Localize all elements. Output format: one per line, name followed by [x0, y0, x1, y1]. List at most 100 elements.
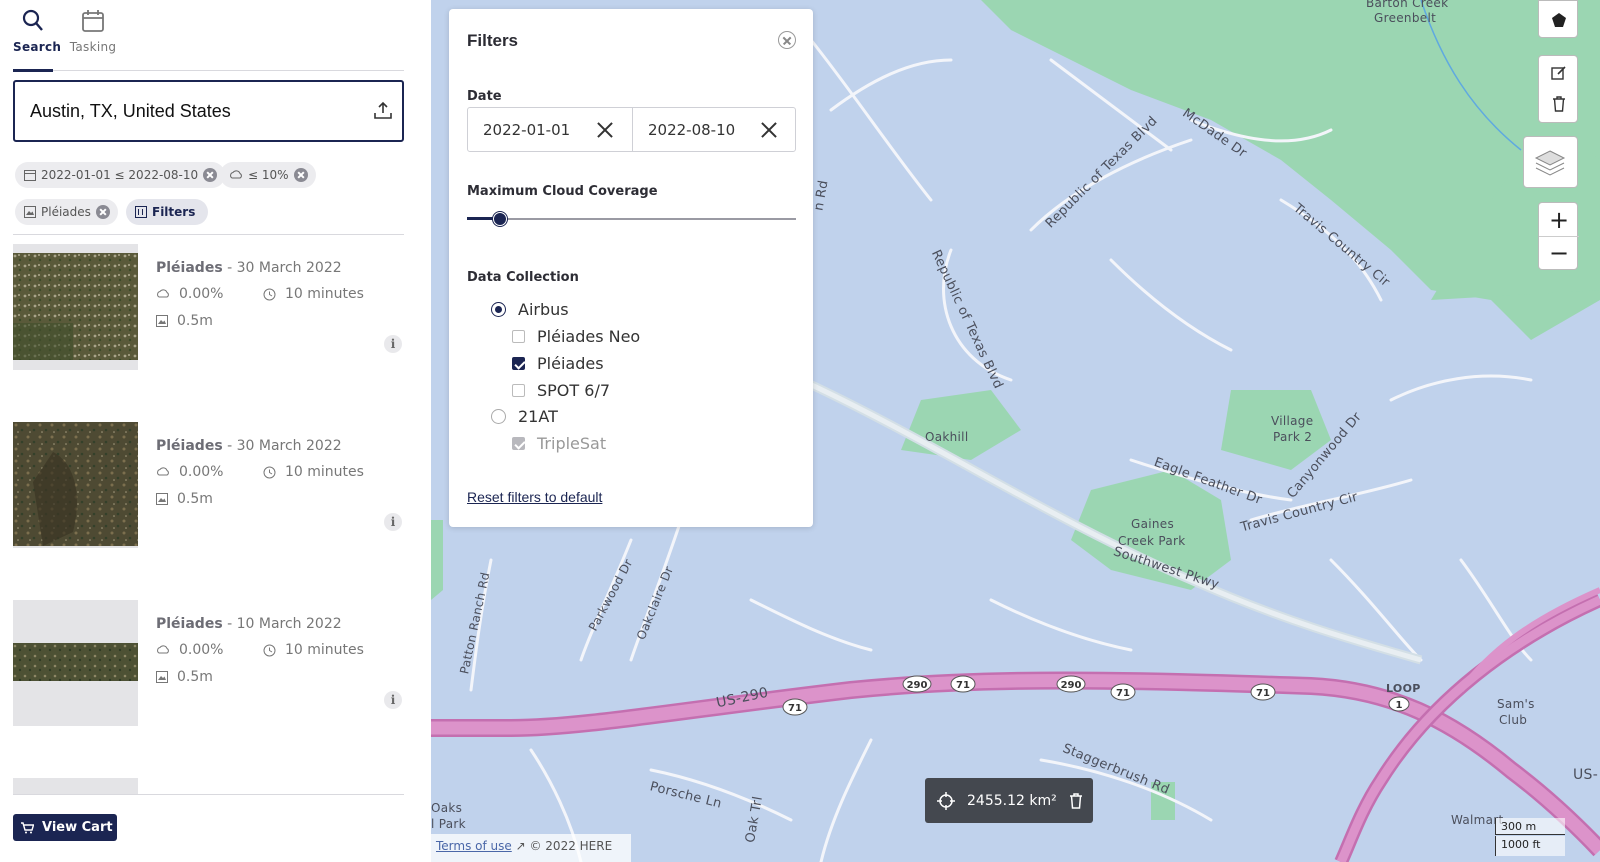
search-icon — [22, 9, 43, 31]
provider-airbus-radio[interactable]: Airbus — [491, 300, 569, 319]
provider-21at-radio[interactable]: 21AT — [491, 407, 558, 426]
clear-date-from-icon[interactable] — [596, 121, 614, 139]
cloud-icon — [157, 289, 169, 298]
result-cloud-value: 0.00% — [179, 286, 224, 302]
result-time-value: 10 minutes — [285, 286, 364, 302]
shield-71: 71 — [782, 698, 808, 716]
close-icon[interactable] — [778, 31, 796, 49]
result-satellite: Pléiades — [156, 260, 223, 276]
checkbox-unchecked[interactable] — [512, 384, 525, 397]
draw-polygon-button[interactable] — [1538, 0, 1578, 38]
location-search-input[interactable] — [30, 101, 350, 122]
terms-of-use-link[interactable]: Terms of use — [436, 839, 512, 853]
cloud-filter-chip-label: ≤ 10% — [248, 168, 289, 182]
date-filter-chip[interactable]: 2022-01-01 ≤ 2022-08-10 — [15, 162, 226, 188]
map-attribution: Terms of use ↗ © 2022 HERE — [431, 834, 631, 862]
layers-icon — [1534, 150, 1566, 176]
tab-search-label: Search — [13, 40, 62, 54]
radio-selected[interactable] — [491, 302, 506, 317]
calendar-icon — [24, 170, 36, 181]
date-to-field[interactable]: 2022-08-10 — [632, 108, 796, 151]
result-resolution: 0.5m — [156, 313, 213, 329]
edit-controls — [1538, 55, 1578, 123]
svg-text:71: 71 — [788, 703, 802, 714]
checkbox-pleiades[interactable]: Pléiades — [512, 354, 604, 373]
result-item[interactable]: Pléiades - 10 March 2022 0.00% 10 minute… — [13, 600, 404, 726]
info-icon[interactable]: i — [384, 335, 402, 353]
crosshair-icon[interactable] — [937, 791, 955, 810]
view-cart-label: View Cart — [42, 820, 113, 835]
date-from-field[interactable]: 2022-01-01 — [468, 108, 632, 151]
satellite-filter-chip[interactable]: Pléiades — [15, 199, 118, 225]
provider-21at-label: 21AT — [518, 407, 558, 426]
date-to-value: 2022-08-10 — [648, 121, 736, 139]
result-item[interactable]: Pléiades - 30 March 2022 0.00% 10 minute… — [13, 422, 404, 548]
result-time-value: 10 minutes — [285, 464, 364, 480]
result-resolution: 0.5m — [156, 491, 213, 507]
cloud-icon — [157, 645, 169, 654]
upload-icon[interactable] — [372, 100, 394, 122]
result-title: Pléiades - 30 March 2022 — [156, 438, 342, 454]
filters-button[interactable]: Filters — [126, 199, 209, 225]
view-cart-button[interactable]: View Cart — [13, 814, 117, 841]
checkbox-unchecked[interactable] — [512, 330, 525, 343]
slider-handle[interactable] — [493, 212, 507, 226]
tab-tasking-label: Tasking — [69, 40, 117, 54]
tab-search[interactable]: Search — [13, 0, 62, 72]
trash-icon[interactable] — [1069, 792, 1083, 809]
result-resolution-value: 0.5m — [177, 313, 213, 329]
cloud-coverage-slider[interactable] — [467, 211, 796, 227]
result-time: 10 minutes — [263, 464, 364, 480]
clear-date-to-icon[interactable] — [760, 121, 778, 139]
info-icon[interactable]: i — [384, 513, 402, 531]
image-icon — [24, 206, 36, 218]
tab-bar: Search Tasking — [13, 0, 404, 72]
svg-text:290: 290 — [1061, 680, 1082, 691]
area-measurement-box: 2455.12 km² — [925, 778, 1093, 823]
checkbox-disabled — [512, 437, 525, 450]
calendar-icon — [82, 10, 104, 32]
data-collection-label: Data Collection — [467, 270, 579, 285]
result-resolution-value: 0.5m — [177, 491, 213, 507]
clock-icon — [263, 288, 276, 300]
reset-filters-link[interactable]: Reset filters to default — [467, 489, 602, 505]
result-title: Pléiades - 10 March 2022 — [156, 616, 342, 632]
result-cloud: 0.00% — [156, 464, 223, 480]
cloud-filter-chip[interactable]: ≤ 10% — [220, 162, 316, 188]
shield-71: 71 — [950, 675, 976, 693]
zoom-in-button[interactable]: + — [1539, 203, 1579, 237]
result-item[interactable]: Pléiades - 30 March 2022 0.00% 10 minute… — [13, 244, 404, 370]
svg-text:71: 71 — [1256, 688, 1270, 699]
info-icon[interactable]: i — [384, 691, 402, 709]
cloud-icon — [157, 467, 169, 476]
remove-chip-icon[interactable] — [203, 168, 218, 182]
checkbox-triplesat-label: TripleSat — [537, 434, 607, 453]
location-search-field[interactable] — [13, 80, 404, 142]
zoom-out-button[interactable]: − — [1539, 237, 1579, 271]
checkbox-spot[interactable]: SPOT 6/7 — [512, 381, 610, 400]
checkbox-checked[interactable] — [512, 357, 525, 370]
checkbox-pleiades-neo[interactable]: Pléiades Neo — [512, 327, 640, 346]
tab-tasking[interactable]: Tasking — [69, 0, 117, 71]
layers-button[interactable] — [1523, 136, 1578, 188]
result-resolution: 0.5m — [156, 669, 213, 685]
result-time-value: 10 minutes — [285, 642, 364, 658]
cloud-coverage-label: Maximum Cloud Coverage — [467, 184, 658, 199]
remove-chip-icon[interactable] — [293, 168, 308, 182]
svg-text:71: 71 — [1116, 688, 1130, 699]
scale-meters: 300 m — [1495, 818, 1565, 835]
remove-chip-icon[interactable] — [95, 205, 110, 219]
delete-icon[interactable] — [1552, 96, 1566, 112]
image-icon — [156, 493, 168, 505]
result-cloud: 0.00% — [156, 642, 223, 658]
radio-unselected[interactable] — [491, 409, 506, 424]
svg-text:1: 1 — [1396, 700, 1403, 711]
result-date: - 30 March 2022 — [222, 438, 342, 454]
clock-icon — [263, 466, 276, 478]
date-filter-chip-label: 2022-01-01 ≤ 2022-08-10 — [41, 168, 199, 182]
svg-text:71: 71 — [956, 680, 970, 691]
scale-bar: 300 m 1000 ft — [1495, 818, 1575, 862]
svg-text:290: 290 — [907, 680, 928, 691]
result-cloud: 0.00% — [156, 286, 223, 302]
edit-icon[interactable] — [1551, 65, 1567, 81]
